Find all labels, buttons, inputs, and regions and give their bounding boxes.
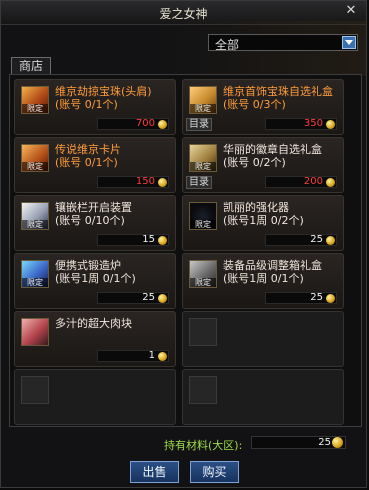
item-grid: 限定 维京劫掠宝珠(头肩) (账号 0/1个) 700 限定 维京首饰宝珠自选礼…: [9, 74, 362, 427]
item-price: 350: [265, 118, 337, 130]
gift-box-icon: 限定: [189, 86, 217, 114]
price-value: 15: [142, 234, 155, 245]
close-icon[interactable]: ✕: [344, 4, 358, 18]
forge-icon: 限定: [21, 260, 49, 288]
coin-icon: [158, 352, 167, 361]
coin-icon: [158, 120, 167, 129]
filter-dropdown[interactable]: 全部: [208, 34, 358, 52]
price-value: 25: [142, 292, 155, 303]
catalog-button[interactable]: 目录: [186, 176, 212, 189]
grade-box-icon: 限定: [189, 260, 217, 288]
badge-box-icon: 限定: [189, 144, 217, 172]
price-value: 700: [135, 118, 155, 129]
item-price: 25: [265, 292, 337, 304]
price-value: 150: [135, 176, 155, 187]
item-limit: (账号1周 0/1个): [55, 272, 136, 285]
chevron-down-icon[interactable]: [342, 36, 356, 49]
empty-slot: [182, 311, 344, 367]
catalog-button[interactable]: 目录: [186, 118, 212, 131]
item-limit: (账号 0/10个): [55, 214, 125, 227]
empty-icon-slot: [189, 318, 217, 346]
item-price: 25: [265, 234, 337, 246]
coin-icon: [332, 437, 343, 448]
coin-icon: [158, 294, 167, 303]
item-name-text: 华丽的徽章自选礼盒: [223, 143, 322, 156]
limited-tag: 限定: [22, 162, 48, 171]
item-price: 25: [97, 292, 169, 304]
item-name-text: 镶嵌栏开启装置: [55, 201, 132, 214]
meat-icon: [21, 318, 49, 346]
coin-icon: [158, 236, 167, 245]
price-value: 1: [148, 350, 155, 361]
sell-button[interactable]: 出售: [130, 461, 179, 483]
item-name-text: 便携式锻造炉: [55, 259, 121, 272]
shop-item[interactable]: 限定 镶嵌栏开启装置 (账号 0/10个) 15: [14, 195, 176, 251]
shop-window: 爱之女神 ✕ 全部 商店 限定 维京劫掠宝珠(头肩) (账号 0/1个) 700…: [0, 0, 367, 488]
shop-item[interactable]: 限定 装备品级调整箱礼盒 (账号1周 0/1个) 25: [182, 253, 344, 309]
shop-item[interactable]: 限定 便携式锻造炉 (账号1周 0/1个) 25: [14, 253, 176, 309]
buy-button[interactable]: 购买: [190, 461, 239, 483]
coin-icon: [326, 236, 335, 245]
item-name: 维京劫掠宝珠(头肩) (账号 0/1个): [55, 85, 173, 111]
card-icon: 限定: [21, 144, 49, 172]
tab-shop[interactable]: 商店: [11, 57, 51, 75]
shop-item[interactable]: 多汁的超大肉块 1: [14, 311, 176, 367]
limited-tag: 限定: [190, 278, 216, 287]
item-price: 200: [265, 176, 337, 188]
limited-tag: 限定: [190, 162, 216, 171]
limited-tag: 限定: [190, 220, 216, 229]
limited-tag: 限定: [22, 278, 48, 287]
filter-selected: 全部: [215, 38, 240, 52]
item-price: 700: [97, 118, 169, 130]
price-value: 25: [310, 292, 323, 303]
empty-slot: [182, 369, 344, 425]
empty-icon-slot: [21, 376, 49, 404]
limited-tag: 限定: [22, 104, 48, 113]
empty-icon-slot: [189, 376, 217, 404]
item-price: 15: [97, 234, 169, 246]
item-name: 便携式锻造炉 (账号1周 0/1个): [55, 259, 173, 285]
empty-slot: [14, 369, 176, 425]
item-limit: (账号 0/1个): [55, 156, 118, 169]
item-name: 维京首饰宝珠自选礼盒(账号 0/3个): [223, 85, 341, 111]
shop-item[interactable]: 限定 凯丽的强化器 (账号1周 0/2个) 25: [182, 195, 344, 251]
item-limit: (账号1周 0/2个): [223, 214, 304, 227]
shop-item[interactable]: 限定 传说维京卡片 (账号 0/1个) 150: [14, 137, 176, 193]
material-label: 持有材料(大区):: [164, 439, 243, 452]
item-name: 镶嵌栏开启装置 (账号 0/10个): [55, 201, 173, 227]
item-name-text: 维京劫掠宝珠(头肩): [55, 85, 152, 98]
coin-icon: [158, 178, 167, 187]
item-name-text: 维京首饰宝珠自选礼盒(账号 0/3个): [223, 85, 333, 111]
item-name: 多汁的超大肉块: [55, 317, 173, 330]
shop-item[interactable]: 限定 维京劫掠宝珠(头肩) (账号 0/1个) 700: [14, 79, 176, 135]
price-value: 200: [303, 176, 323, 187]
shop-item[interactable]: 限定 维京首饰宝珠自选礼盒(账号 0/3个) 目录 350: [182, 79, 344, 135]
item-price: 150: [97, 176, 169, 188]
item-limit: (账号 0/2个): [223, 156, 286, 169]
item-name: 凯丽的强化器 (账号1周 0/2个): [223, 201, 341, 227]
enhancer-icon: 限定: [189, 202, 217, 230]
price-value: 350: [303, 118, 323, 129]
coin-icon: [326, 294, 335, 303]
item-name-text: 装备品级调整箱礼盒: [223, 259, 322, 272]
window-title: 爱之女神: [159, 7, 208, 21]
item-limit: (账号 0/1个): [55, 98, 118, 111]
item-price: 1: [97, 350, 169, 362]
coin-icon: [326, 178, 335, 187]
coin-icon: [326, 120, 335, 129]
item-limit: (账号1周 0/1个): [223, 272, 304, 285]
limited-tag: 限定: [22, 220, 48, 229]
item-name-text: 传说维京卡片: [55, 143, 121, 156]
item-name: 华丽的徽章自选礼盒 (账号 0/2个): [223, 143, 341, 169]
limited-tag: 限定: [190, 104, 216, 113]
item-name-text: 多汁的超大肉块: [55, 317, 132, 330]
material-value: 25: [318, 437, 331, 448]
item-name: 装备品级调整箱礼盒 (账号1周 0/1个): [223, 259, 341, 285]
orb-icon: 限定: [21, 86, 49, 114]
item-name: 传说维京卡片 (账号 0/1个): [55, 143, 173, 169]
shop-item[interactable]: 限定 华丽的徽章自选礼盒 (账号 0/2个) 目录 200: [182, 137, 344, 193]
socket-opener-icon: 限定: [21, 202, 49, 230]
price-value: 25: [310, 234, 323, 245]
item-name-text: 凯丽的强化器: [223, 201, 289, 214]
